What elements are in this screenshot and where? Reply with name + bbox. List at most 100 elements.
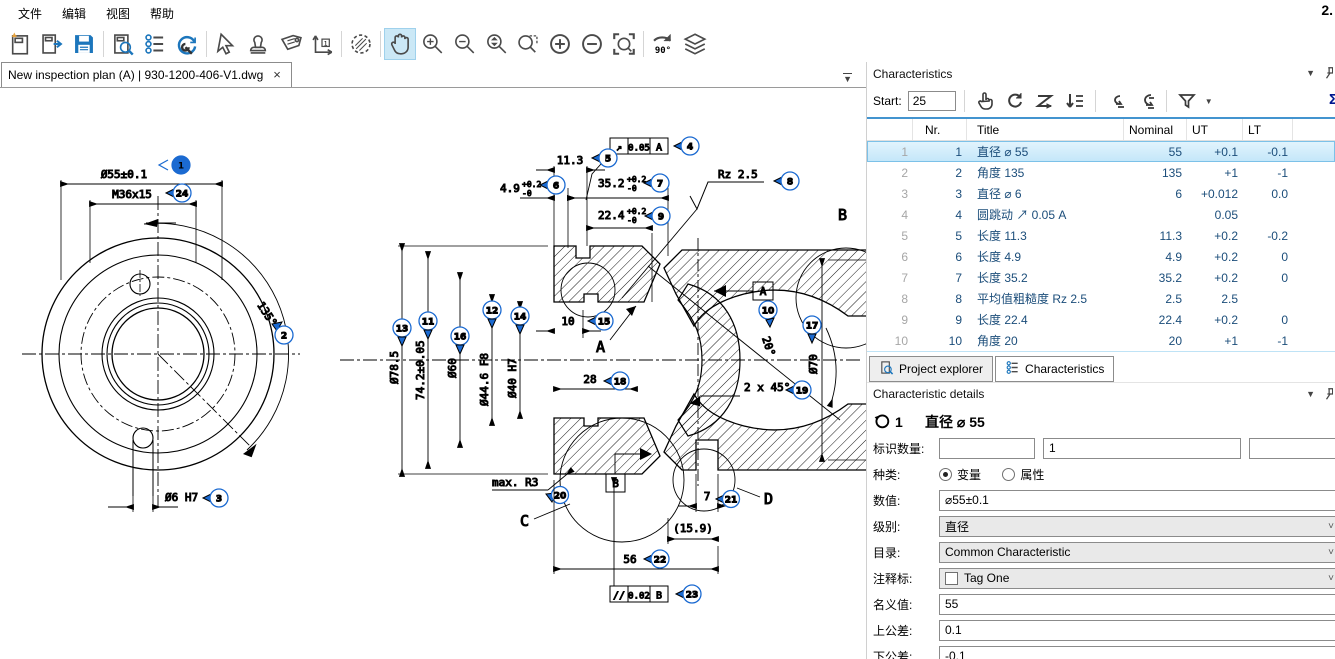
balloon-24[interactable]: 24	[166, 184, 191, 202]
rotate-90-button[interactable]: 90°	[647, 28, 679, 60]
col-header-nr[interactable]: Nr.	[913, 119, 967, 140]
layers-button[interactable]	[679, 28, 711, 60]
renumber-button[interactable]	[1003, 89, 1027, 113]
menu-edit[interactable]: 编辑	[52, 1, 96, 26]
decrease-button[interactable]	[576, 28, 608, 60]
qty-input-1[interactable]	[939, 438, 1035, 459]
balloon-13[interactable]: 13	[393, 319, 411, 346]
col-header-ut[interactable]: UT	[1187, 119, 1243, 140]
balloon-17[interactable]: 17	[803, 316, 821, 343]
document-tab[interactable]: New inspection plan (A) | 930-1200-406-V…	[1, 62, 292, 87]
balloon-5[interactable]: 5	[592, 149, 617, 167]
hatch-tool-button[interactable]	[345, 28, 377, 60]
table-row[interactable]: 5 5 长度 11.3 11.3 +0.2 -0.2	[867, 225, 1335, 246]
pin-icon[interactable]	[1323, 387, 1333, 401]
menu-help[interactable]: 帮助	[140, 1, 184, 26]
open-plan-button[interactable]	[36, 28, 68, 60]
tag-select[interactable]: Tag One˅	[939, 568, 1335, 589]
attribute-radio[interactable]	[1002, 468, 1015, 481]
drawing-canvas[interactable]: Ø55±0.1 1 M36x15 24	[0, 87, 866, 659]
balloon-10[interactable]: 10	[759, 301, 777, 327]
lower-tolerance-input[interactable]: -0.1	[939, 646, 1335, 659]
balloon-3[interactable]: 3	[203, 489, 228, 507]
balloon-18[interactable]: 18	[604, 372, 629, 390]
balloon-23[interactable]: 23	[676, 585, 701, 603]
tab-list-dropdown-icon[interactable]: ▼	[843, 73, 852, 83]
zoom-out-tool-button[interactable]	[448, 28, 480, 60]
menu-file[interactable]: 文件	[8, 1, 52, 26]
balloon-7[interactable]: 7	[644, 174, 669, 192]
panel-menu-icon[interactable]: ▼	[1306, 68, 1315, 78]
table-row[interactable]: 3 3 直径 ⌀ 6 6 +0.012 0.0	[867, 183, 1335, 204]
balloon-8[interactable]: 8	[774, 172, 799, 190]
svg-text:8: 8	[787, 178, 793, 188]
characteristics-list-button[interactable]	[139, 28, 171, 60]
dimension-tool-button[interactable]: 1	[306, 28, 338, 60]
table-row[interactable]: 9 9 长度 22.4 22.4 +0.2 0	[867, 309, 1335, 330]
col-header-nominal[interactable]: Nominal	[1124, 119, 1187, 140]
reorder-z-button[interactable]	[1033, 89, 1057, 113]
upper-tolerance-input[interactable]: 0.1	[939, 620, 1335, 641]
balloon-2[interactable]: 2	[272, 322, 293, 344]
save-button[interactable]	[68, 28, 100, 60]
table-row[interactable]: 10 10 角度 20 20 +1 -1	[867, 330, 1335, 351]
value-input[interactable]: ⌀55±0.1	[939, 490, 1335, 511]
nominal-input[interactable]: 55	[939, 594, 1335, 615]
col-header-title[interactable]: Title	[967, 119, 1124, 140]
table-row[interactable]: 7 7 长度 35.2 35.2 +0.2 0	[867, 267, 1335, 288]
balloon-9[interactable]: 9	[645, 207, 670, 225]
pick-tool-button[interactable]	[973, 89, 997, 113]
qty-input-2[interactable]: 1	[1043, 438, 1241, 459]
class-select[interactable]: 直径˅	[939, 516, 1335, 537]
zoom-fit-button[interactable]	[608, 28, 640, 60]
tab-characteristics[interactable]: Characteristics	[995, 356, 1114, 382]
menu-view[interactable]: 视图	[96, 1, 140, 26]
catalog-select[interactable]: Common Characteristic˅	[939, 542, 1335, 563]
table-row[interactable]: 4 4 圆跳动 ↗ 0.05 A 0.05	[867, 204, 1335, 225]
tag-checkbox[interactable]	[945, 572, 958, 585]
zoom-window-tool-button[interactable]	[512, 28, 544, 60]
tag-tool-button[interactable]	[274, 28, 306, 60]
pan-tool-button[interactable]	[384, 28, 416, 60]
settings-button[interactable]	[171, 28, 203, 60]
select-tool-button[interactable]	[210, 28, 242, 60]
table-header-row[interactable]: Nr. Title Nominal UT LT	[867, 119, 1335, 141]
filter-dropdown-icon[interactable]: ▼	[1205, 97, 1213, 106]
balloon-14[interactable]: 14	[511, 307, 529, 334]
sort-list-button[interactable]	[1063, 89, 1087, 113]
panel-menu-icon[interactable]: ▼	[1306, 389, 1315, 399]
balloon-4[interactable]: 4	[674, 137, 699, 155]
renumber-from-button[interactable]	[1104, 89, 1128, 113]
main-toolbar: 1 90°	[0, 26, 1335, 62]
increase-button[interactable]	[544, 28, 576, 60]
qty-input-3[interactable]	[1249, 438, 1335, 459]
variable-radio-label[interactable]: 变量	[957, 468, 981, 482]
col-header-lt[interactable]: LT	[1243, 119, 1293, 140]
balloon-12[interactable]: 12	[483, 301, 501, 328]
balloon-1[interactable]: 1	[172, 156, 190, 174]
attribute-radio-label[interactable]: 属性	[1020, 468, 1044, 482]
balloon-16[interactable]: 16	[451, 327, 469, 354]
close-tab-icon[interactable]: ×	[271, 67, 283, 82]
sum-icon[interactable]: Σ	[1329, 91, 1335, 108]
balloon-21[interactable]: 21	[716, 491, 740, 508]
tab-project-explorer[interactable]: Project explorer	[869, 356, 993, 382]
balloon-15[interactable]: 15	[588, 312, 613, 330]
renumber-selection-button[interactable]	[1134, 89, 1158, 113]
zoom-dynamic-tool-button[interactable]	[480, 28, 512, 60]
filter-button[interactable]	[1175, 89, 1199, 113]
table-row[interactable]: 1 1 直径 ⌀ 55 55 +0.1 -0.1	[867, 141, 1335, 162]
table-row[interactable]: 6 6 长度 4.9 4.9 +0.2 0	[867, 246, 1335, 267]
start-input[interactable]	[908, 91, 956, 111]
variable-radio[interactable]	[939, 468, 952, 481]
balloon-6[interactable]: 6	[540, 176, 565, 194]
table-row[interactable]: 2 2 角度 135 135 +1 -1	[867, 162, 1335, 183]
table-row[interactable]: 8 8 平均值粗糙度 Rz 2.5 2.5 2.5	[867, 288, 1335, 309]
new-plan-button[interactable]	[4, 28, 36, 60]
project-explorer-button[interactable]	[107, 28, 139, 60]
pin-icon[interactable]	[1323, 66, 1333, 80]
zoom-in-tool-button[interactable]	[416, 28, 448, 60]
balloon-22[interactable]: 22	[644, 550, 669, 568]
balloon-11[interactable]: 11	[419, 312, 437, 339]
stamp-tool-button[interactable]	[242, 28, 274, 60]
